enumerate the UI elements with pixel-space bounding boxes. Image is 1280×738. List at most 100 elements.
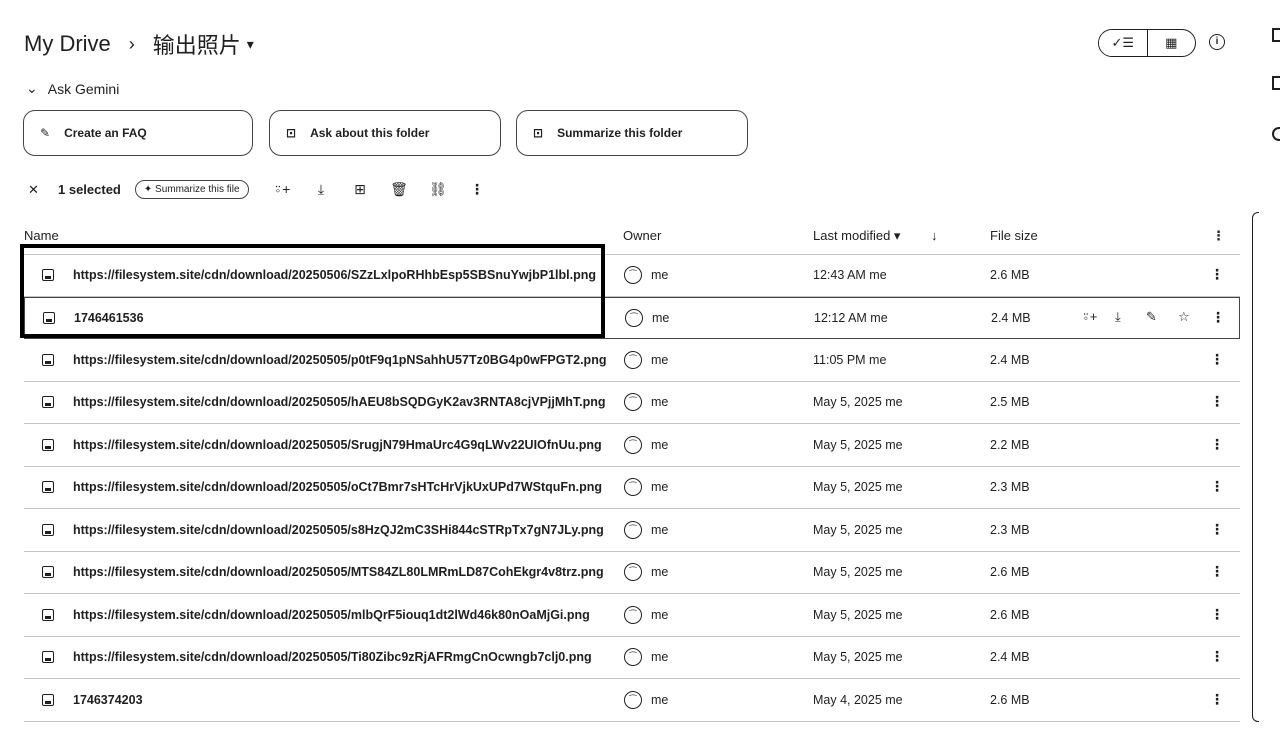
column-header-name[interactable]: Name — [24, 228, 59, 243]
image-file-icon — [42, 651, 54, 663]
avatar: ⁀ — [624, 393, 642, 411]
folder-spark-icon: ⊡ — [286, 126, 297, 140]
view-toggle: ✓☰ ▦ — [1098, 29, 1196, 57]
table-row[interactable]: https://filesystem.site/cdn/download/202… — [24, 340, 1240, 382]
last-modified: May 5, 2025 me — [813, 650, 903, 664]
file-size: 2.6 MB — [990, 693, 1030, 707]
move-icon[interactable]: ⊞ — [341, 181, 380, 198]
last-modified: May 5, 2025 me — [813, 395, 903, 409]
image-file-icon — [42, 694, 54, 706]
share-icon[interactable]: ⍤+ — [263, 181, 302, 198]
more-vert-icon[interactable]: ⋮ — [1210, 521, 1224, 538]
image-file-icon — [42, 566, 54, 578]
owner: me — [651, 395, 669, 409]
trash-icon[interactable]: 🗑 — [380, 181, 419, 198]
more-vert-icon[interactable]: ⋮ — [1210, 351, 1224, 368]
table-row[interactable]: https://filesystem.site/cdn/download/202… — [24, 510, 1240, 552]
more-vert-icon[interactable]: ⋮ — [1210, 478, 1224, 495]
selection-highlight — [20, 244, 605, 338]
create-faq-button[interactable]: ✎ Create an FAQ — [23, 110, 253, 156]
table-row[interactable]: https://filesystem.site/cdn/download/202… — [24, 637, 1240, 679]
owner: me — [651, 353, 669, 367]
chevron-right-icon: › — [128, 33, 135, 54]
last-modified: May 4, 2025 me — [813, 693, 903, 707]
close-icon[interactable]: ✕ — [28, 182, 58, 198]
more-vert-icon[interactable]: ⋮ — [1212, 228, 1225, 244]
last-modified: May 5, 2025 me — [813, 438, 903, 452]
owner: me — [651, 268, 669, 282]
breadcrumb-current-folder[interactable]: 输出照片 — [153, 28, 241, 60]
download-icon[interactable]: ⤓ — [302, 181, 341, 198]
side-panel-icon[interactable] — [1272, 76, 1280, 90]
image-file-icon — [42, 609, 54, 621]
side-panel-icon[interactable] — [1272, 127, 1280, 141]
download-icon[interactable]: ⤓ — [1115, 309, 1121, 325]
share-icon[interactable]: ⍤+ — [1082, 309, 1097, 325]
list-view-icon[interactable]: ✓☰ — [1099, 30, 1148, 56]
owner: me — [651, 438, 669, 452]
last-modified: 12:12 AM me — [814, 311, 888, 325]
more-vert-icon[interactable]: ⋮ — [1210, 393, 1224, 410]
caret-down-icon[interactable]: ▾ — [247, 36, 254, 53]
more-vert-icon[interactable]: ⋮ — [458, 181, 497, 198]
file-size: 2.4 MB — [991, 311, 1031, 325]
file-name: https://filesystem.site/cdn/download/202… — [73, 565, 604, 579]
last-modified: May 5, 2025 me — [813, 608, 903, 622]
more-vert-icon[interactable]: ⋮ — [1210, 606, 1224, 623]
magic-pen-icon: ✎ — [40, 126, 51, 140]
summarize-folder-button[interactable]: ⊡ Summarize this folder — [516, 110, 748, 156]
breadcrumb: My Drive › 输出照片 ▾ — [24, 28, 254, 60]
scrollbar[interactable] — [1252, 212, 1259, 722]
avatar: ⁀ — [625, 309, 643, 327]
file-name: https://filesystem.site/cdn/download/202… — [73, 395, 606, 409]
table-row[interactable]: https://filesystem.site/cdn/download/202… — [24, 595, 1240, 637]
owner: me — [651, 608, 669, 622]
column-header-last-modified[interactable]: Last modified ▾ — [813, 228, 900, 244]
avatar: ⁀ — [624, 478, 642, 496]
summarize-file-button[interactable]: ✦ Summarize this file — [134, 180, 249, 199]
table-row[interactable]: https://filesystem.site/cdn/download/202… — [24, 552, 1240, 594]
table-row[interactable]: 1746374203 ⁀ me May 4, 2025 me 2.6 MB ⋮ — [24, 680, 1240, 722]
star-icon[interactable]: ☆ — [1178, 309, 1190, 325]
file-size: 2.2 MB — [990, 438, 1030, 452]
info-icon[interactable]: i — [1209, 34, 1225, 50]
grid-view-icon[interactable]: ▦ — [1148, 30, 1196, 56]
avatar: ⁀ — [624, 648, 642, 666]
ask-about-folder-button[interactable]: ⊡ Ask about this folder — [269, 110, 501, 156]
file-name: https://filesystem.site/cdn/download/202… — [73, 523, 604, 537]
file-name: https://filesystem.site/cdn/download/202… — [73, 438, 602, 452]
rename-icon[interactable]: ✎ — [1146, 309, 1157, 325]
table-row[interactable]: https://filesystem.site/cdn/download/202… — [24, 382, 1240, 424]
file-name: https://filesystem.site/cdn/download/202… — [73, 650, 592, 664]
chip-label: Ask about this folder — [310, 126, 430, 140]
owner: me — [651, 480, 669, 494]
more-vert-icon[interactable]: ⋮ — [1210, 648, 1224, 665]
file-size: 2.3 MB — [990, 523, 1030, 537]
sort-direction-icon[interactable]: ↓ — [931, 228, 938, 243]
selection-toolbar: ✕ 1 selected ✦ Summarize this file ⍤+ ⤓ … — [28, 180, 497, 199]
side-panel-icon[interactable] — [1272, 28, 1280, 42]
more-vert-icon[interactable]: ⋮ — [1210, 691, 1224, 708]
image-file-icon — [42, 439, 54, 451]
file-size: 2.3 MB — [990, 480, 1030, 494]
file-name: https://filesystem.site/cdn/download/202… — [73, 480, 603, 494]
last-modified: 11:05 PM me — [813, 353, 887, 367]
more-vert-icon[interactable]: ⋮ — [1211, 309, 1225, 326]
column-header-owner[interactable]: Owner — [623, 228, 661, 243]
ask-gemini-toggle[interactable]: ⌄ Ask Gemini — [26, 80, 119, 97]
more-vert-icon[interactable]: ⋮ — [1210, 563, 1224, 580]
link-icon[interactable]: ⛓ — [419, 181, 458, 198]
column-header-file-size[interactable]: File size — [990, 228, 1038, 243]
avatar: ⁀ — [624, 266, 642, 284]
avatar: ⁀ — [624, 563, 642, 581]
avatar: ⁀ — [624, 606, 642, 624]
breadcrumb-root[interactable]: My Drive — [24, 31, 111, 57]
image-file-icon — [42, 481, 54, 493]
owner: me — [651, 565, 669, 579]
table-row[interactable]: https://filesystem.site/cdn/download/202… — [24, 425, 1240, 467]
more-vert-icon[interactable]: ⋮ — [1210, 266, 1224, 283]
last-modified: May 5, 2025 me — [813, 523, 903, 537]
more-vert-icon[interactable]: ⋮ — [1210, 436, 1224, 453]
folder-spark-icon: ⊡ — [533, 126, 544, 140]
table-row[interactable]: https://filesystem.site/cdn/download/202… — [24, 467, 1240, 509]
